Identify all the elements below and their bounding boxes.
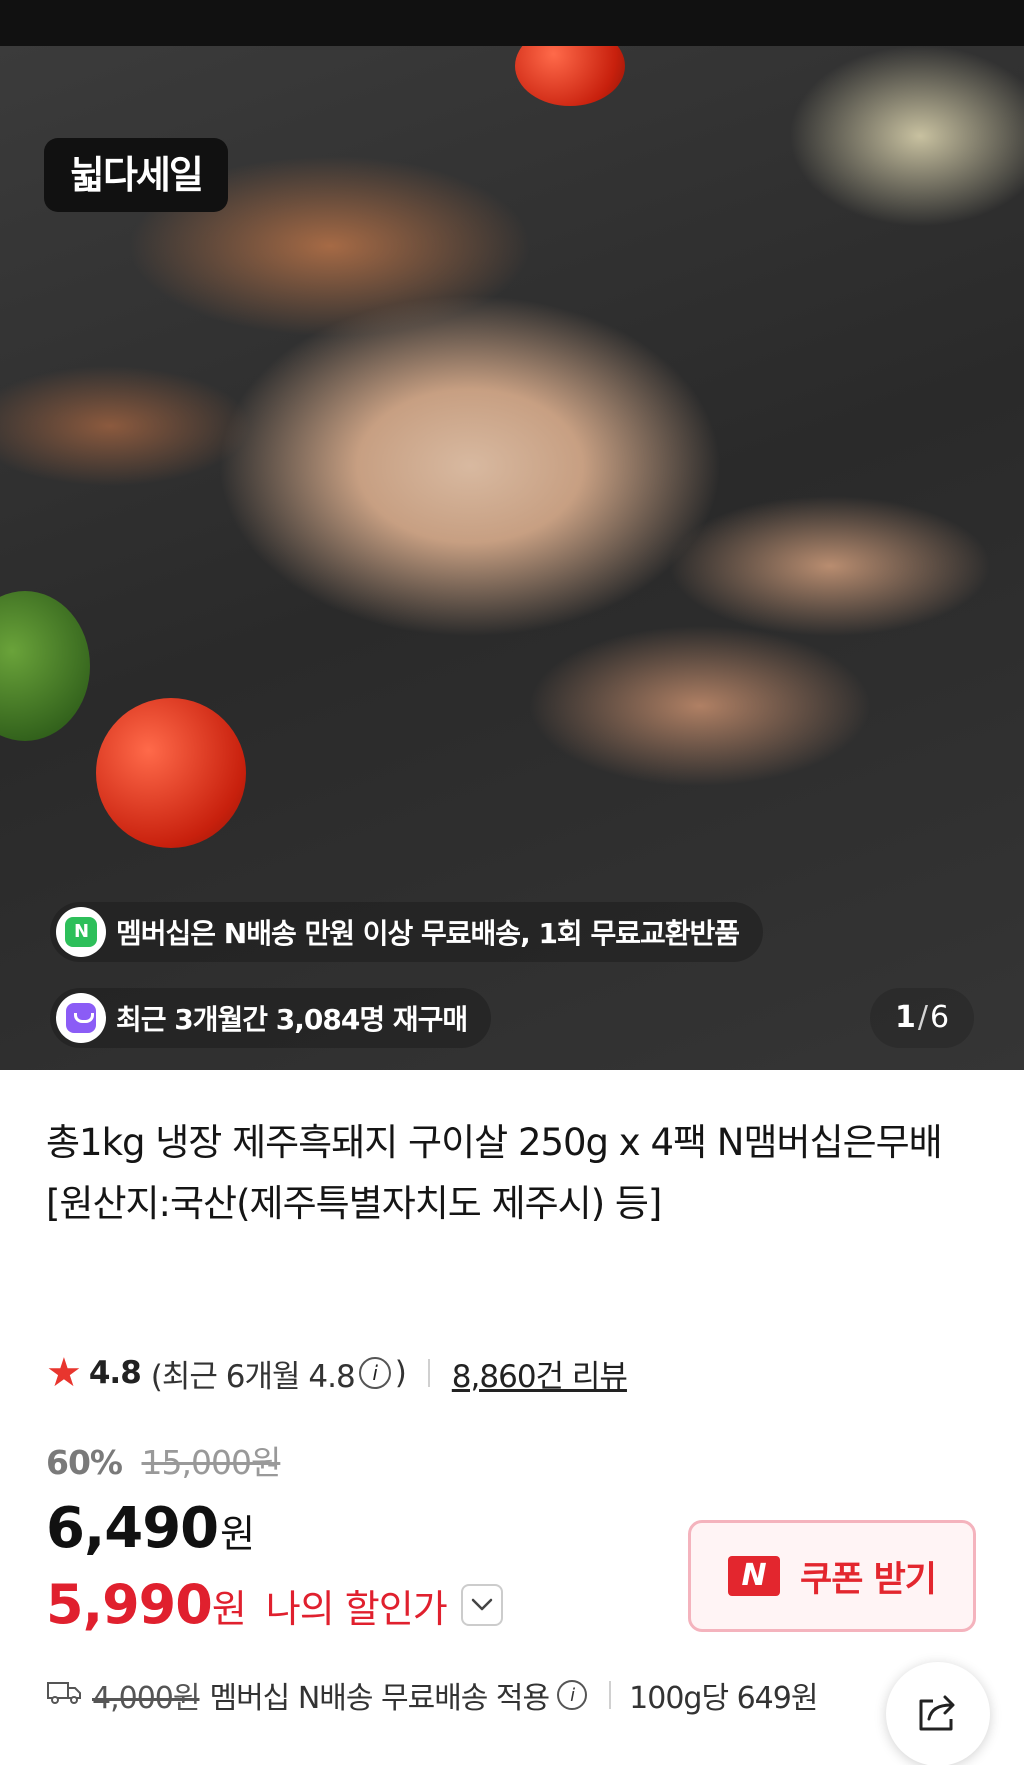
- share-button[interactable]: [886, 1662, 990, 1765]
- page-total: 6: [929, 1000, 950, 1035]
- my-discount-label: 나의 할인가: [265, 1586, 448, 1631]
- tomato-decoration: [515, 46, 625, 106]
- coupon-button-label: 쿠폰 받기: [800, 1559, 937, 1600]
- product-title: 총1kg 냉장 제주흑돼지 구이살 250g x 4팩 N맴버십은무배 [원산지…: [46, 1121, 943, 1225]
- broccoli-decoration: [0, 591, 90, 741]
- naver-n-icon: N: [56, 907, 106, 957]
- info-icon[interactable]: i: [557, 1680, 588, 1710]
- image-page-counter: 1/6: [870, 988, 974, 1048]
- repurchase-pill: 최근 3개월간 3,084명 재구매: [50, 988, 492, 1048]
- my-discount-price-row[interactable]: 5,990 원 나의 할인가: [46, 1572, 503, 1638]
- shopping-bag-icon: [56, 993, 106, 1043]
- discount-percent: 60%: [46, 1443, 123, 1482]
- tomato-decoration: [96, 698, 246, 848]
- original-price: 15,000원: [141, 1443, 282, 1482]
- rating-row: ★ 4.8 (최근 6개월 4.8 i ) 8,860건 리뷰: [46, 1348, 628, 1398]
- divider: [609, 1681, 612, 1709]
- sale-price: 6,490원: [46, 1494, 255, 1569]
- shipping-text: 멤버십 N배송 무료배송 적용: [209, 1681, 550, 1716]
- truck-icon: [46, 1678, 82, 1713]
- review-count-link[interactable]: 8,860건 리뷰: [452, 1351, 628, 1396]
- top-bar: [0, 0, 1024, 46]
- recent-rating-close: ): [394, 1355, 407, 1391]
- page-current: 1: [894, 1000, 916, 1035]
- old-shipping-fee: 4,000원: [92, 1681, 200, 1716]
- page-separator: /: [917, 1000, 928, 1035]
- sale-badge: 뉣다세일: [44, 138, 228, 212]
- shipping-row: 4,000원 멤버십 N배송 무료배송 적용 i 100g당 649원: [46, 1670, 818, 1720]
- divider: [427, 1359, 430, 1387]
- coupon-button[interactable]: N 쿠폰 받기: [688, 1520, 976, 1632]
- sale-price-value: 6,490: [46, 1496, 219, 1561]
- info-icon[interactable]: i: [358, 1357, 391, 1389]
- chevron-down-icon[interactable]: [460, 1584, 503, 1626]
- sale-price-unit: 원: [220, 1512, 255, 1556]
- discount-row: 60% 15,000원: [46, 1436, 282, 1484]
- unit-price: 100g당 649원: [629, 1681, 818, 1716]
- naver-n-icon: N: [728, 1556, 780, 1596]
- membership-shipping-text: 멤버십은 N배송 만원 이상 무료배송, 1회 무료교환반품: [116, 917, 740, 950]
- membership-shipping-pill: N 멤버십은 N배송 만원 이상 무료배송, 1회 무료교환반품: [50, 902, 764, 962]
- my-discount-price: 5,990: [46, 1573, 213, 1636]
- star-icon: ★: [46, 1350, 82, 1396]
- share-icon: [915, 1691, 961, 1737]
- repurchase-text: 최근 3개월간 3,084명 재구매: [116, 1003, 468, 1036]
- recent-rating-label: (최근 6개월 4.8: [150, 1358, 356, 1395]
- my-discount-price-unit: 원: [211, 1586, 247, 1631]
- rating-score: 4.8: [88, 1355, 142, 1391]
- product-image-carousel[interactable]: 뉣다세일 N 멤버십은 N배송 만원 이상 무료배송, 1회 무료교환반품 최근…: [0, 46, 1024, 1070]
